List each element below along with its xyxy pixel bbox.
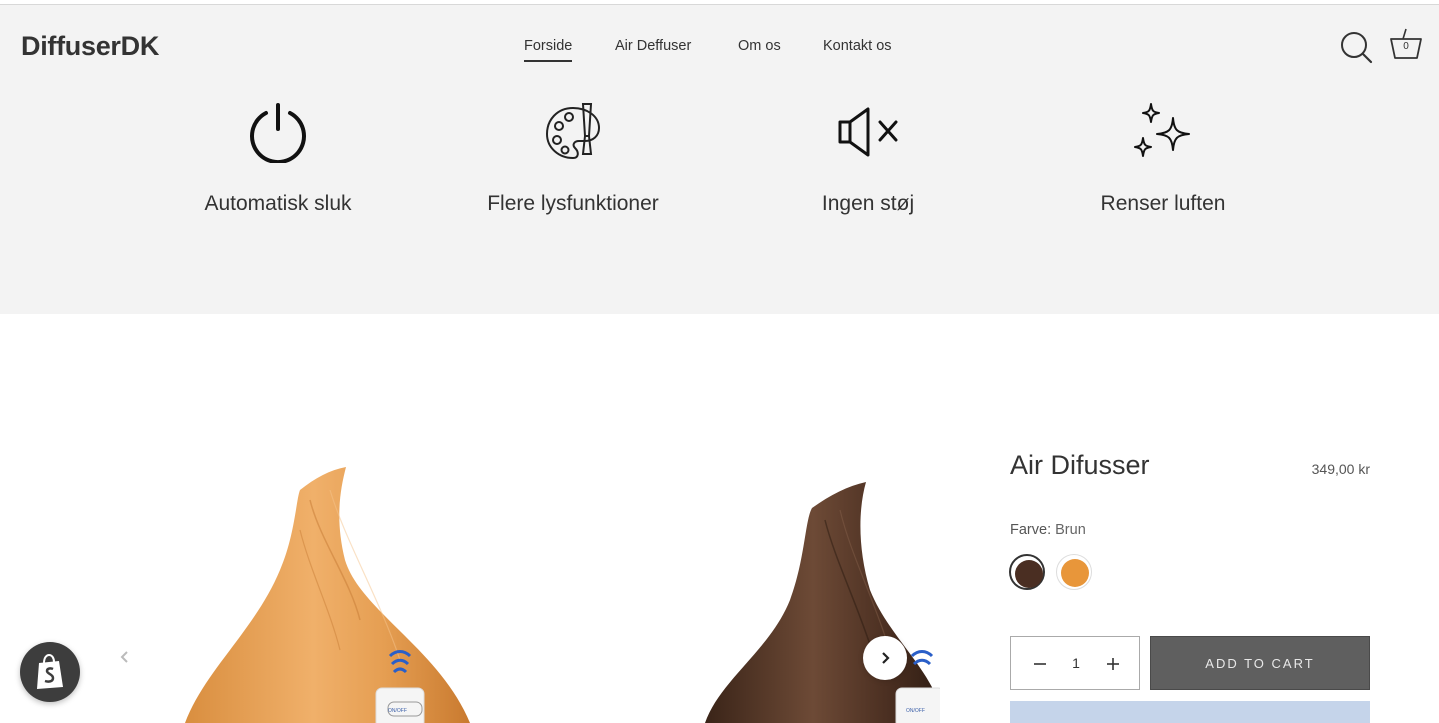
color-option-label: Farve: Brun [1010, 522, 1086, 538]
chevron-left-icon [120, 651, 128, 663]
feature-label: Automatisk sluk [204, 192, 352, 215]
nav-item-om-os[interactable]: Om os [738, 38, 781, 54]
search-icon[interactable] [1339, 30, 1373, 64]
product-price: 349,00 kr [1311, 461, 1370, 477]
swatch-light-wood[interactable] [1056, 554, 1092, 590]
buy-now-button[interactable] [1010, 701, 1370, 723]
plus-icon [1107, 658, 1119, 670]
swatch-brun[interactable] [1009, 554, 1045, 590]
swatch-color [1015, 560, 1043, 588]
quantity-decrease-button[interactable] [1028, 652, 1052, 676]
feature-light-functions: Flere lysfunktioner [443, 97, 703, 216]
color-value: Brun [1055, 522, 1086, 538]
palette-icon [443, 97, 703, 167]
gallery-button-label: ON/OFF [388, 708, 407, 714]
feature-auto-off: Automatisk sluk [148, 97, 408, 216]
sparkles-icon [1033, 97, 1293, 167]
product-gallery[interactable]: ON/OFF ON/OFF [0, 440, 940, 723]
gallery-next-button[interactable] [863, 636, 907, 680]
minus-icon [1034, 663, 1046, 665]
diffuser-dark-wood-image [705, 482, 940, 723]
quantity-increase-button[interactable] [1101, 652, 1125, 676]
chevron-right-icon [882, 652, 890, 664]
feature-no-noise: Ingen støj [738, 97, 998, 216]
main-nav: Forside Air Deffuser Om os Kontakt os [0, 38, 1439, 68]
mute-icon [738, 97, 998, 167]
nav-item-kontakt-os[interactable]: Kontakt os [823, 38, 892, 54]
nav-item-forside[interactable]: Forside [524, 38, 573, 62]
product-title: Air Difusser [1010, 450, 1150, 480]
diffuser-light-wood-image [185, 467, 470, 723]
quantity-input[interactable]: 1 [1051, 655, 1101, 671]
shopify-bag-icon [37, 654, 63, 689]
cart-icon[interactable]: 0 [1389, 27, 1423, 61]
feature-label: Flere lysfunktioner [487, 192, 659, 215]
cart-count-badge: 0 [1403, 41, 1409, 52]
feature-label: Ingen støj [821, 192, 915, 215]
gallery-prev-button[interactable] [112, 644, 138, 670]
quantity-stepper: 1 [1010, 636, 1140, 690]
swatch-color [1061, 559, 1089, 587]
add-to-cart-button[interactable]: ADD TO CART [1150, 636, 1370, 690]
color-label: Farve: [1010, 522, 1052, 538]
shopify-badge[interactable] [20, 642, 80, 702]
nav-item-air-deffuser[interactable]: Air Deffuser [615, 38, 691, 54]
feature-label: Renser luften [1100, 192, 1226, 215]
power-icon [148, 97, 408, 167]
feature-cleans-air: Renser luften [1033, 97, 1293, 216]
gallery-button-label: ON/OFF [906, 708, 925, 714]
